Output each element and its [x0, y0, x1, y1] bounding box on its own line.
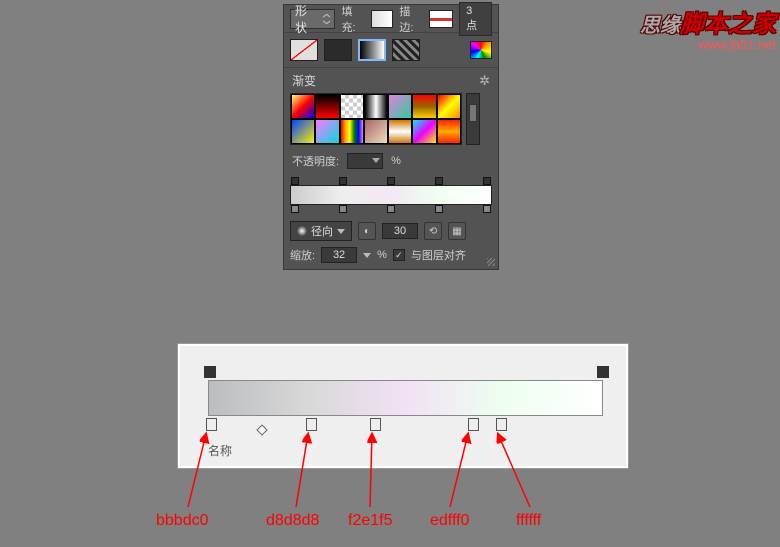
- gradient-type-dropdown[interactable]: 径向: [290, 221, 352, 241]
- opacity-label: 不透明度:: [292, 153, 339, 169]
- preset-11[interactable]: [364, 119, 388, 144]
- opacity-stop[interactable]: [339, 177, 347, 185]
- color-stops-row: [290, 205, 492, 213]
- color-stop[interactable]: [435, 205, 443, 213]
- scale-pct: %: [377, 249, 387, 261]
- preset-3[interactable]: [340, 94, 364, 119]
- scale-input[interactable]: 32: [321, 247, 357, 263]
- opacity-stops-row: [290, 177, 492, 185]
- color-stop[interactable]: [387, 205, 395, 213]
- reverse-button[interactable]: ⟲: [424, 222, 442, 240]
- type-row: 径向 ◐ 30 ⟲ ▦: [284, 217, 498, 245]
- opacity-row: 不透明度: %: [284, 149, 498, 173]
- opacity-input[interactable]: [347, 153, 383, 169]
- fill-type-row: [284, 33, 498, 68]
- align-checkbox[interactable]: ✓: [393, 249, 405, 261]
- opacity-stop-right[interactable]: [597, 366, 609, 378]
- preset-13[interactable]: [412, 119, 436, 144]
- preset-8[interactable]: [291, 119, 315, 144]
- scrollbar-thumb[interactable]: [469, 104, 477, 122]
- preset-9[interactable]: [315, 119, 339, 144]
- watermark: 思缘脚本之家 www.jb51.net: [640, 4, 776, 52]
- align-label: 与图层对齐: [411, 247, 466, 263]
- options-topbar: 形状 填充: 描边: 3 点: [284, 5, 498, 33]
- gear-icon[interactable]: ✲: [479, 73, 490, 89]
- shape-mode-dropdown[interactable]: 形状: [290, 9, 335, 29]
- opacity-stop-left[interactable]: [204, 366, 216, 378]
- gradient-header: 渐变 ✲: [284, 68, 498, 93]
- gradient-preview-bar[interactable]: [208, 380, 603, 416]
- color-picker-icon[interactable]: [470, 41, 492, 59]
- opacity-stop[interactable]: [483, 177, 491, 185]
- color-stop-5[interactable]: [496, 418, 507, 431]
- color-label-5: ffffff: [516, 512, 541, 530]
- gradient-editor: [284, 173, 498, 217]
- preset-7[interactable]: [437, 94, 461, 119]
- color-label-3: f2e1f5: [348, 512, 392, 530]
- color-stop[interactable]: [291, 205, 299, 213]
- preset-scrollbar[interactable]: [466, 93, 480, 145]
- fill-gradient[interactable]: [358, 39, 386, 61]
- color-label-4: edfff0: [430, 512, 469, 530]
- preset-10[interactable]: [340, 119, 364, 144]
- fill-pattern[interactable]: [392, 39, 420, 61]
- radial-icon: [297, 226, 307, 236]
- preset-1[interactable]: [291, 94, 315, 119]
- fill-solid[interactable]: [324, 39, 352, 61]
- preset-14[interactable]: [437, 119, 461, 144]
- chevron-down-icon: [363, 253, 371, 258]
- stroke-swatch[interactable]: [429, 10, 453, 28]
- preset-6[interactable]: [412, 94, 436, 119]
- midpoint-marker[interactable]: [256, 424, 267, 435]
- angle-dial-icon[interactable]: ◐: [358, 222, 376, 240]
- preset-5[interactable]: [388, 94, 412, 119]
- color-label-2: d8d8d8: [266, 512, 319, 530]
- stroke-size[interactable]: 3 点: [459, 2, 492, 36]
- angle-input[interactable]: 30: [382, 223, 418, 239]
- watermark-prefix: 思缘: [640, 15, 680, 37]
- opacity-stop[interactable]: [387, 177, 395, 185]
- gradient-presets: [284, 93, 498, 149]
- stroke-label: 描边:: [399, 3, 422, 35]
- preset-grid: [290, 93, 462, 145]
- color-label-1: bbbdc0: [156, 512, 209, 530]
- opacity-stop[interactable]: [435, 177, 443, 185]
- gradient-title: 渐变: [292, 72, 316, 89]
- color-stop-1[interactable]: [206, 418, 217, 431]
- preset-12[interactable]: [388, 119, 412, 144]
- color-stop-3[interactable]: [370, 418, 381, 431]
- shape-options-panel: 形状 填充: 描边: 3 点 渐变 ✲: [283, 4, 499, 270]
- gradient-detail-editor: 名称: [178, 344, 628, 468]
- dither-button[interactable]: ▦: [448, 222, 466, 240]
- scale-label: 缩放:: [290, 247, 315, 263]
- opacity-pct: %: [391, 155, 401, 167]
- watermark-title: 脚本之家: [680, 11, 776, 38]
- opacity-stop[interactable]: [291, 177, 299, 185]
- scale-row: 缩放: 32 % ✓ 与图层对齐: [284, 245, 498, 269]
- color-stop[interactable]: [339, 205, 347, 213]
- gradient-bar[interactable]: [290, 185, 492, 205]
- gradient-section-label: 名称: [208, 442, 232, 459]
- preset-2[interactable]: [315, 94, 339, 119]
- fill-label: 填充:: [341, 3, 364, 35]
- watermark-url: www.jb51.net: [640, 37, 776, 52]
- preset-4[interactable]: [364, 94, 388, 119]
- fill-none[interactable]: [290, 39, 318, 61]
- color-stop[interactable]: [483, 205, 491, 213]
- fill-swatch[interactable]: [371, 10, 394, 28]
- color-stop-4[interactable]: [468, 418, 479, 431]
- color-stop-2[interactable]: [306, 418, 317, 431]
